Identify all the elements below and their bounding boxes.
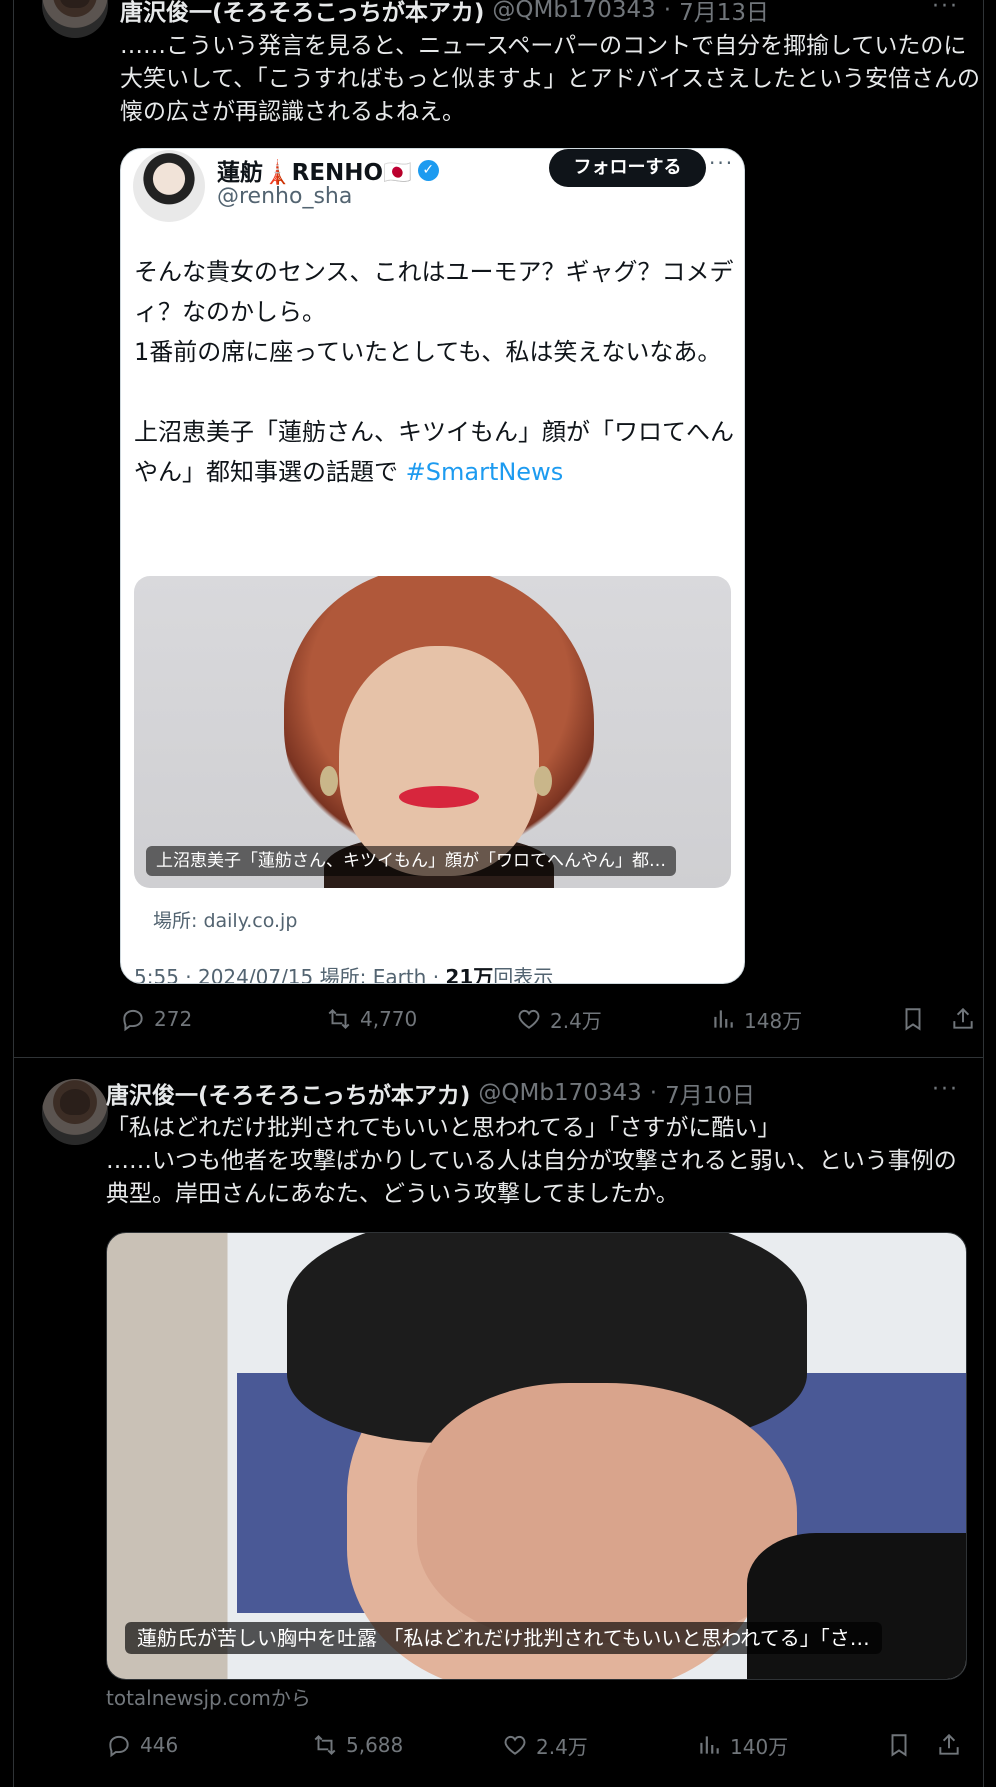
tweet-actions: 272 4,770 2.4万 148万 bbox=[120, 999, 980, 1039]
reply-button[interactable]: 272 bbox=[120, 999, 192, 1039]
avatar[interactable] bbox=[42, 1079, 108, 1145]
retweet-count: 5,688 bbox=[346, 1733, 404, 1757]
quoted-author-handle[interactable]: @renho_sha bbox=[217, 184, 352, 209]
views-button[interactable]: 148万 bbox=[710, 999, 802, 1039]
tweet-text-line: ……いつも他者を攻撃ばかりしている人は自分が攻撃されると弱い、という事例の典型。… bbox=[106, 1148, 957, 1207]
quoted-text-line: そんな貴女のセンス、これはユーモア？ギャグ？コメディ？なのかしら。 bbox=[134, 258, 734, 326]
photo-clothing bbox=[747, 1533, 966, 1679]
retweet-icon bbox=[328, 1008, 350, 1030]
link-card-title: 上沼恵美子「蓮舫さん、キツイもん」顔が「ワロてへんやん」都… bbox=[146, 846, 676, 876]
bookmark-button[interactable] bbox=[900, 999, 926, 1039]
share-icon bbox=[953, 1007, 973, 1029]
quoted-tweet-meta: 5:55 · 2024/07/15 場所: Earth · 21万回表示 bbox=[134, 961, 554, 984]
tweet-date[interactable]: 7月10日 bbox=[665, 1076, 755, 1110]
tweet-divider bbox=[14, 1057, 983, 1058]
retweet-button[interactable]: 5,688 bbox=[312, 1725, 403, 1765]
reply-icon bbox=[109, 1735, 129, 1758]
avatar[interactable] bbox=[42, 0, 108, 38]
like-count: 2.4万 bbox=[550, 1008, 602, 1033]
verified-icon: ✓ bbox=[417, 159, 439, 181]
bookmark-icon bbox=[891, 1734, 907, 1757]
like-button[interactable]: 2.4万 bbox=[516, 999, 602, 1039]
views-icon bbox=[714, 1010, 733, 1028]
bookmark-icon bbox=[905, 1008, 921, 1031]
retweet-icon bbox=[314, 1734, 336, 1756]
views-icon bbox=[700, 1736, 719, 1754]
author-name[interactable]: 唐沢俊一(そろそろこっちが本アカ) bbox=[106, 1076, 470, 1110]
tweet-text-line: 「私はどれだけ批判されてもいいと思われてる」「さすがに酷い」 bbox=[106, 1115, 781, 1141]
reply-count: 446 bbox=[140, 1733, 179, 1757]
hashtag-link[interactable]: #SmartNews bbox=[406, 458, 564, 486]
more-icon[interactable]: ··· bbox=[932, 0, 959, 19]
quoted-tweet-card[interactable]: 蓮舫🗼RENHO🇯🇵 ✓ @renho_sha フォローする ··· そんな貴女… bbox=[120, 148, 745, 984]
share-button[interactable] bbox=[950, 999, 976, 1039]
separator-dot: · bbox=[649, 1080, 658, 1106]
link-card-source[interactable]: totalnewsjp.comから bbox=[106, 1682, 311, 1711]
tweet-header: 唐沢俊一(そろそろこっちが本アカ) @QMb170343 · 7月13日 bbox=[120, 0, 769, 26]
photo-lips bbox=[399, 786, 479, 808]
link-card-image[interactable]: 蓮舫氏が苦しい胸中を吐露 「私はどれだけ批判されてもいいと思われてる」「さ… bbox=[106, 1232, 967, 1680]
link-card-image[interactable]: 上沼恵美子「蓮舫さん、キツイもん」顔が「ワロてへんやん」都… bbox=[134, 576, 731, 888]
separator-dot: · bbox=[663, 0, 672, 23]
more-icon[interactable]: ··· bbox=[932, 1077, 959, 1102]
share-icon bbox=[939, 1733, 959, 1755]
author-handle[interactable]: @QMb170343 bbox=[492, 0, 655, 23]
tweet-actions: 446 5,688 2.4万 140万 bbox=[106, 1725, 966, 1765]
reply-icon bbox=[123, 1009, 143, 1032]
photo-face bbox=[339, 646, 539, 876]
like-icon bbox=[504, 1735, 526, 1755]
author-name[interactable]: 唐沢俊一(そろそろこっちが本アカ) bbox=[120, 0, 484, 27]
like-count: 2.4万 bbox=[536, 1734, 588, 1759]
timeline-border-right bbox=[983, 0, 984, 1787]
quoted-avatar[interactable] bbox=[133, 150, 205, 222]
quoted-time: 5:55 · 2024/07/15 場所: Earth · bbox=[134, 965, 446, 984]
photo-earring bbox=[320, 766, 338, 796]
reply-button[interactable]: 446 bbox=[106, 1725, 178, 1765]
tweet-date[interactable]: 7月13日 bbox=[679, 0, 769, 27]
more-icon[interactable]: ··· bbox=[709, 151, 734, 175]
photo-earring bbox=[534, 766, 552, 796]
tweet[interactable]: 唐沢俊一(そろそろこっちが本アカ) @QMb170343 · 7月13日 ···… bbox=[14, 0, 983, 1057]
quoted-author-name[interactable]: 蓮舫🗼RENHO🇯🇵 ✓ bbox=[217, 153, 439, 187]
quoted-view-count: 21万 bbox=[445, 965, 494, 984]
link-card-title: 蓮舫氏が苦しい胸中を吐露 「私はどれだけ批判されてもいいと思われてる」「さ… bbox=[125, 1622, 882, 1654]
views-button[interactable]: 140万 bbox=[696, 1725, 788, 1765]
tweet-header: 唐沢俊一(そろそろこっちが本アカ) @QMb170343 · 7月10日 bbox=[106, 1077, 755, 1109]
quoted-text-line-with-hashtag: 上沼恵美子「蓮舫さん、キツイもん」顔が「ワロてへんやん」都知事選の話題で #Sm… bbox=[134, 412, 734, 492]
quoted-text-line: 1番前の席に座っていたとしても、私は笑えないなあ。 bbox=[134, 338, 722, 366]
quoted-name-text: 蓮舫🗼RENHO🇯🇵 bbox=[217, 160, 412, 186]
reply-count: 272 bbox=[154, 1007, 193, 1031]
quoted-view-label: 回表示 bbox=[493, 965, 554, 984]
follow-button[interactable]: フォローする bbox=[549, 149, 706, 187]
quoted-tweet-text: そんな貴女のセンス、これはユーモア？ギャグ？コメディ？なのかしら。 1番前の席に… bbox=[134, 252, 734, 492]
views-count: 148万 bbox=[744, 1008, 803, 1033]
tweet-text: 「私はどれだけ批判されてもいいと思われてる」「さすがに酷い」 ……いつも他者を攻… bbox=[106, 1112, 966, 1211]
quoted-text-blank bbox=[134, 372, 734, 412]
author-handle[interactable]: @QMb170343 bbox=[478, 1080, 641, 1106]
link-card-source[interactable]: 場所: daily.co.jp bbox=[153, 906, 297, 933]
like-icon bbox=[518, 1009, 540, 1029]
views-count: 140万 bbox=[730, 1734, 789, 1759]
tweet-text: ……こういう発言を見ると、ニュースペーパーのコントで自分を揶揄していたのに大笑い… bbox=[120, 33, 980, 125]
bookmark-button[interactable] bbox=[886, 1725, 912, 1765]
photo-hand bbox=[417, 1383, 797, 1643]
retweet-button[interactable]: 4,770 bbox=[326, 999, 417, 1039]
like-button[interactable]: 2.4万 bbox=[502, 1725, 588, 1765]
retweet-count: 4,770 bbox=[360, 1007, 418, 1031]
share-button[interactable] bbox=[936, 1725, 962, 1765]
